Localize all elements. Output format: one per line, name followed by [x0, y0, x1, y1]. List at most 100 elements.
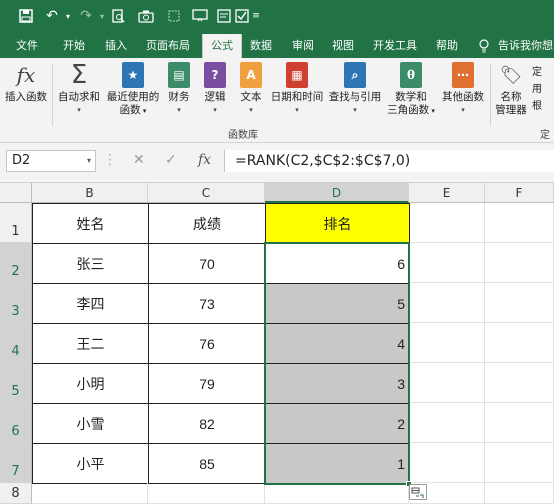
select-all-corner[interactable] [0, 183, 32, 203]
cell-e4[interactable] [409, 323, 485, 363]
column-header-f[interactable]: F [485, 183, 554, 203]
row-header-7[interactable]: 7 [0, 443, 32, 483]
cell-f4[interactable] [485, 323, 554, 363]
tab-home[interactable]: 开始 [63, 33, 85, 58]
screen-clip-icon[interactable] [164, 6, 184, 26]
text-icon: A [240, 62, 262, 88]
cell-f3[interactable] [485, 283, 554, 323]
cell-c8[interactable] [148, 483, 265, 504]
row-header-3[interactable]: 3 [0, 283, 32, 323]
more-functions-button[interactable]: ⋯ 其他函数 ▾ [438, 62, 488, 117]
defined-names-items[interactable]: 定 用 根 [532, 64, 542, 115]
quick-analysis-button[interactable] [409, 484, 427, 500]
cell-b1[interactable]: 姓名 [32, 203, 149, 244]
tab-data[interactable]: 数据 [250, 33, 272, 58]
cell-f2[interactable] [485, 243, 554, 283]
column-header-e[interactable]: E [409, 183, 485, 203]
cell-b4[interactable]: 王二 [32, 323, 149, 364]
tab-formulas[interactable]: 公式 [202, 34, 242, 58]
formula-input[interactable]: =RANK(C2,$C$2:$C$7,0) [224, 150, 554, 172]
tab-insert[interactable]: 插入 [105, 33, 127, 58]
cell-f8[interactable] [485, 483, 554, 504]
name-manager-button[interactable]: 🏷 名称 管理器 [492, 62, 530, 117]
cell-b5[interactable]: 小明 [32, 363, 149, 404]
tab-help[interactable]: 帮助 [436, 33, 458, 58]
cell-c7[interactable]: 85 [148, 443, 266, 484]
ribbon-tabs: 文件 开始 插入 页面布局 公式 数据 审阅 视图 开发工具 帮助 告诉我你想 [0, 33, 554, 58]
lookup-reference-button[interactable]: ⌕ 查找与引用 ▾ [326, 62, 384, 117]
math-trig-button[interactable]: θ 数学和 三角函数 ▾ [386, 62, 436, 118]
cell-d2[interactable]: 6 [265, 243, 410, 284]
financial-button[interactable]: ▤ 财务 ▾ [164, 62, 194, 117]
cell-b3[interactable]: 李四 [32, 283, 149, 324]
camera-icon[interactable] [136, 6, 156, 26]
row-header-6[interactable]: 6 [0, 403, 32, 443]
cell-f1[interactable] [485, 203, 554, 243]
insert-function-icon[interactable]: fx [198, 152, 211, 168]
cell-e5[interactable] [409, 363, 485, 403]
cell-b8[interactable] [32, 483, 148, 504]
more-functions-icon: ⋯ [452, 62, 474, 88]
cell-c3[interactable]: 73 [148, 283, 266, 324]
cell-c6[interactable]: 82 [148, 403, 266, 444]
recently-used-button[interactable]: ★ 最近使用的 函数 ▾ [104, 62, 162, 118]
cell-d3[interactable]: 5 [265, 283, 410, 324]
tab-review[interactable]: 审阅 [292, 33, 314, 58]
column-header-c[interactable]: C [148, 183, 265, 203]
group-label-function-library: 函数库 [228, 130, 258, 141]
date-time-button[interactable]: ▦ 日期和时间 ▾ [268, 62, 326, 117]
ribbon-formulas: fx 插入函数 Σ 自动求和 ▾ ★ 最近使用的 函数 ▾ ▤ 财务 ▾ ? 逻… [0, 58, 554, 143]
row-header-5[interactable]: 5 [0, 363, 32, 403]
tab-page-layout[interactable]: 页面布局 [146, 33, 190, 58]
cell-c1[interactable]: 成绩 [148, 203, 266, 244]
tab-view[interactable]: 视图 [332, 33, 354, 58]
cell-d1[interactable]: 排名 [265, 203, 410, 244]
cell-f6[interactable] [485, 403, 554, 443]
cell-e6[interactable] [409, 403, 485, 443]
cell-c2[interactable]: 70 [148, 243, 266, 284]
lightbulb-icon[interactable] [478, 33, 490, 58]
cell-d7[interactable]: 1 [265, 443, 410, 484]
cell-d5[interactable]: 3 [265, 363, 410, 404]
print-preview-icon[interactable] [108, 6, 128, 26]
name-box[interactable]: D2 ▾ [6, 150, 96, 172]
undo-dropdown-icon[interactable]: ▾ [58, 6, 78, 26]
text-functions-button[interactable]: A 文本 ▾ [236, 62, 266, 117]
star-icon: ★ [122, 62, 144, 88]
quick-analysis-icon [411, 487, 424, 498]
cancel-icon[interactable]: ✕ [133, 152, 145, 168]
tell-me-search[interactable]: 告诉我你想 [498, 33, 553, 58]
enter-icon[interactable]: ✓ [165, 152, 177, 168]
cell-e1[interactable] [409, 203, 485, 243]
cell-d4[interactable]: 4 [265, 323, 410, 364]
cell-e3[interactable] [409, 283, 485, 323]
cell-f5[interactable] [485, 363, 554, 403]
cell-d6[interactable]: 2 [265, 403, 410, 444]
row-header-2[interactable]: 2 [0, 243, 32, 283]
present-icon[interactable] [190, 6, 210, 26]
insert-function-button[interactable]: fx 插入函数 [2, 62, 50, 104]
cell-b7[interactable]: 小平 [32, 443, 149, 484]
cell-f7[interactable] [485, 443, 554, 483]
form-icon[interactable] [214, 6, 234, 26]
cell-c4[interactable]: 76 [148, 323, 266, 364]
cell-e2[interactable] [409, 243, 485, 283]
logical-button[interactable]: ? 逻辑 ▾ [200, 62, 230, 117]
cell-d8[interactable] [265, 483, 409, 504]
chevron-down-icon[interactable]: ▾ [87, 151, 91, 171]
group-label-defined-names: 定 [540, 130, 550, 141]
row-header-1[interactable]: 1 [0, 203, 32, 243]
cell-b6[interactable]: 小雪 [32, 403, 149, 444]
row-header-4[interactable]: 4 [0, 323, 32, 363]
tab-developer[interactable]: 开发工具 [373, 33, 417, 58]
row-header-8[interactable]: 8 [0, 483, 32, 504]
autosum-button[interactable]: Σ 自动求和 ▾ [54, 62, 104, 117]
cell-b2[interactable]: 张三 [32, 243, 149, 284]
tab-file[interactable]: 文件 [16, 33, 38, 58]
cell-c5[interactable]: 79 [148, 363, 266, 404]
column-header-d[interactable]: D [265, 183, 409, 203]
customize-qat-icon[interactable]: ≡ [246, 6, 266, 26]
column-header-b[interactable]: B [32, 183, 148, 203]
cell-e7[interactable] [409, 443, 485, 483]
save-icon[interactable] [16, 6, 36, 26]
